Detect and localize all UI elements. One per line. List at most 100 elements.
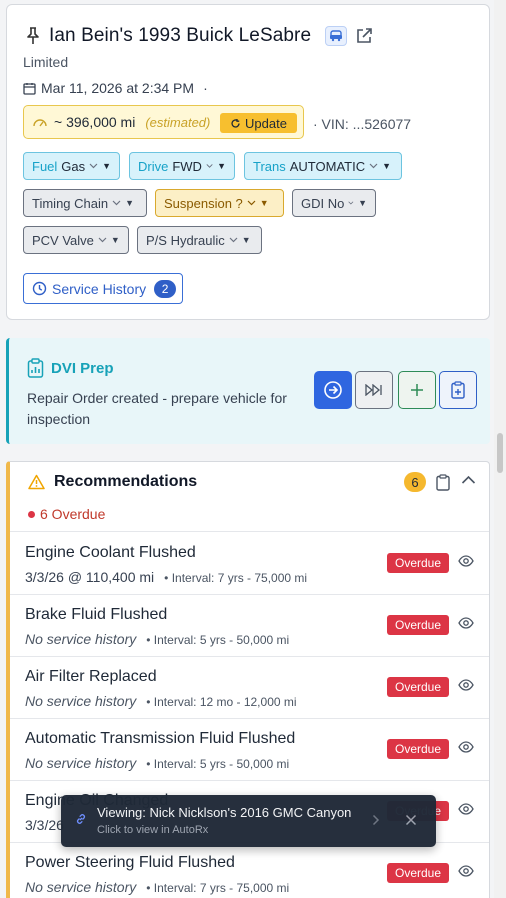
scrollbar-thumb[interactable] <box>497 433 503 473</box>
recommendation-name: Power Steering Fluid Flushed <box>25 854 235 871</box>
pin-icon[interactable] <box>25 26 41 46</box>
clipboard-icon[interactable] <box>436 474 450 491</box>
tag-value: P/S Hydraulic <box>146 232 225 248</box>
vehicle-card: Ian Bein's 1993 Buick LeSabre Limited Ma… <box>6 4 490 320</box>
recommendation-item[interactable]: Brake Fluid Flushed No service history •… <box>10 595 489 657</box>
tag-label: Fuel <box>32 158 58 174</box>
recommendation-item[interactable]: Engine Coolant Flushed 3/3/26 @ 110,400 … <box>10 533 489 595</box>
recommendations-header: Recommendations 6 Overdue 6 <box>10 462 489 532</box>
chevron-down-icon <box>369 163 378 169</box>
recommendation-name: Brake Fluid Flushed <box>25 606 168 623</box>
close-icon[interactable] <box>405 814 417 826</box>
tag-pcv-valve[interactable]: PCV Valve ▼ <box>23 226 129 254</box>
tag-ps-hydraulic[interactable]: P/S Hydraulic ▼ <box>137 226 262 254</box>
recommendation-item[interactable]: Power Steering Fluid Flushed No service … <box>10 843 489 898</box>
gauge-icon <box>33 119 47 127</box>
clipboard-plus-icon <box>451 381 465 399</box>
recommendation-item[interactable]: Air Filter Replaced No service history •… <box>10 657 489 719</box>
overdue-badge: Overdue <box>387 863 450 883</box>
viewing-toast[interactable]: Viewing: Nick Nicklson's 2016 GMC Canyon… <box>61 795 436 847</box>
eye-icon[interactable] <box>458 617 474 629</box>
overdue-badge: Overdue <box>387 615 450 635</box>
recommendation-name: Air Filter Replaced <box>25 668 157 685</box>
recommendation-name: Engine Coolant Flushed <box>25 544 196 561</box>
dvi-description: Repair Order created - prepare vehicle f… <box>27 390 287 427</box>
dvi-add-button[interactable] <box>398 371 436 409</box>
recommendation-history: 3/3/26 @ 110,400 mi • Interval: 7 yrs - … <box>25 569 307 585</box>
vin: · VIN: ...526077 <box>313 116 412 132</box>
caret-down-icon: ▼ <box>241 235 251 245</box>
tag-trans[interactable]: Trans AUTOMATIC ▼ <box>244 152 402 180</box>
toast-title: Viewing: Nick Nicklson's 2016 GMC Canyon <box>97 805 352 820</box>
eye-icon[interactable] <box>458 803 474 815</box>
overdue-badge: Overdue <box>387 739 450 759</box>
eye-icon[interactable] <box>458 741 474 753</box>
recommendation-history-text: No service history <box>25 879 137 895</box>
tag-fuel[interactable]: Fuel Gas ▼ <box>23 152 120 180</box>
chevron-up-icon[interactable] <box>461 475 476 485</box>
dvi-start-button[interactable] <box>314 371 352 409</box>
recommendation-item[interactable]: Automatic Transmission Fluid Flushed No … <box>10 719 489 781</box>
service-history-button[interactable]: Service History 2 <box>23 273 183 304</box>
mileage-value: ~ 396,000 mi <box>54 114 136 130</box>
recommendation-history-text: No service history <box>25 631 137 647</box>
tag-value: Suspension ? <box>164 195 243 211</box>
tag-value: Gas <box>61 158 86 174</box>
chevron-down-icon <box>89 163 98 169</box>
recommendation-history-text: 3/3/26 @ 110,400 mi <box>25 569 155 585</box>
car-icon[interactable] <box>325 26 348 46</box>
clock-icon <box>32 281 47 296</box>
eye-icon[interactable] <box>458 555 474 567</box>
recommendations-count-badge: 6 <box>404 472 426 492</box>
eye-icon[interactable] <box>458 865 474 877</box>
chevron-down-icon <box>229 237 238 243</box>
eye-icon[interactable] <box>458 679 474 691</box>
tag-value: Timing Chain <box>32 195 109 211</box>
mileage-box: ~ 396,000 mi (estimated) Update <box>23 105 304 139</box>
overdue-summary-text: 6 Overdue <box>40 506 106 522</box>
recommendation-history: No service history • Interval: 5 yrs - 5… <box>25 631 289 647</box>
clipboard-chart-icon <box>27 358 44 378</box>
caret-down-icon: ▼ <box>110 235 120 245</box>
tag-label: Drive <box>138 158 169 174</box>
tag-label: Trans <box>253 158 286 174</box>
dvi-title: DVI Prep <box>51 359 114 377</box>
external-link-icon[interactable] <box>355 27 373 45</box>
dvi-clipboard-add-button[interactable] <box>439 371 477 409</box>
caret-down-icon: ▼ <box>382 161 392 171</box>
recommendation-history-text: 3/3/26 <box>25 817 64 833</box>
overdue-badge: Overdue <box>387 553 450 573</box>
date-separator: · <box>203 80 208 96</box>
caret-down-icon: ▼ <box>102 161 111 171</box>
tag-value: AUTOMATIC <box>289 158 366 174</box>
vehicle-date-row: Mar 11, 2026 at 2:34 PM · <box>23 80 208 96</box>
chevron-down-icon <box>206 164 213 168</box>
toast-subtitle: Click to view in AutoRx <box>97 824 209 836</box>
chevron-right-icon[interactable] <box>372 814 380 826</box>
chevron-down-icon <box>98 237 107 243</box>
tag-drive[interactable]: Drive FWD ▼ <box>129 152 235 180</box>
recommendation-history-text: No service history <box>25 693 137 709</box>
scrollbar[interactable] <box>494 0 506 898</box>
chevron-down-icon <box>348 201 354 205</box>
vehicle-trim: Limited <box>23 54 69 70</box>
tag-timing-chain[interactable]: Timing Chain ▼ <box>23 189 147 217</box>
overdue-dot <box>28 510 35 518</box>
tag-suspension[interactable]: Suspension ? ▼ <box>155 189 284 217</box>
dvi-header: DVI Prep <box>27 358 114 378</box>
chevron-down-icon <box>247 200 256 206</box>
overdue-badge: Overdue <box>387 677 450 697</box>
warning-icon <box>28 474 45 490</box>
tag-gdi[interactable]: GDI No ▼ <box>292 189 376 217</box>
arrow-right-circle-icon <box>324 381 342 399</box>
update-mileage-button[interactable]: Update <box>220 113 297 133</box>
vehicle-title-row: Ian Bein's 1993 Buick LeSabre <box>25 25 373 47</box>
tag-value: FWD <box>172 158 202 174</box>
recommendation-name: Automatic Transmission Fluid Flushed <box>25 730 296 747</box>
vehicle-date: Mar 11, 2026 at 2:34 PM <box>41 80 195 96</box>
recommendation-interval: • Interval: 7 yrs - 75,000 mi <box>146 881 290 895</box>
caret-down-icon: ▼ <box>125 198 135 208</box>
service-history-label: Service History <box>52 280 147 297</box>
dvi-skip-button[interactable] <box>355 371 393 409</box>
skip-forward-icon <box>365 384 382 396</box>
